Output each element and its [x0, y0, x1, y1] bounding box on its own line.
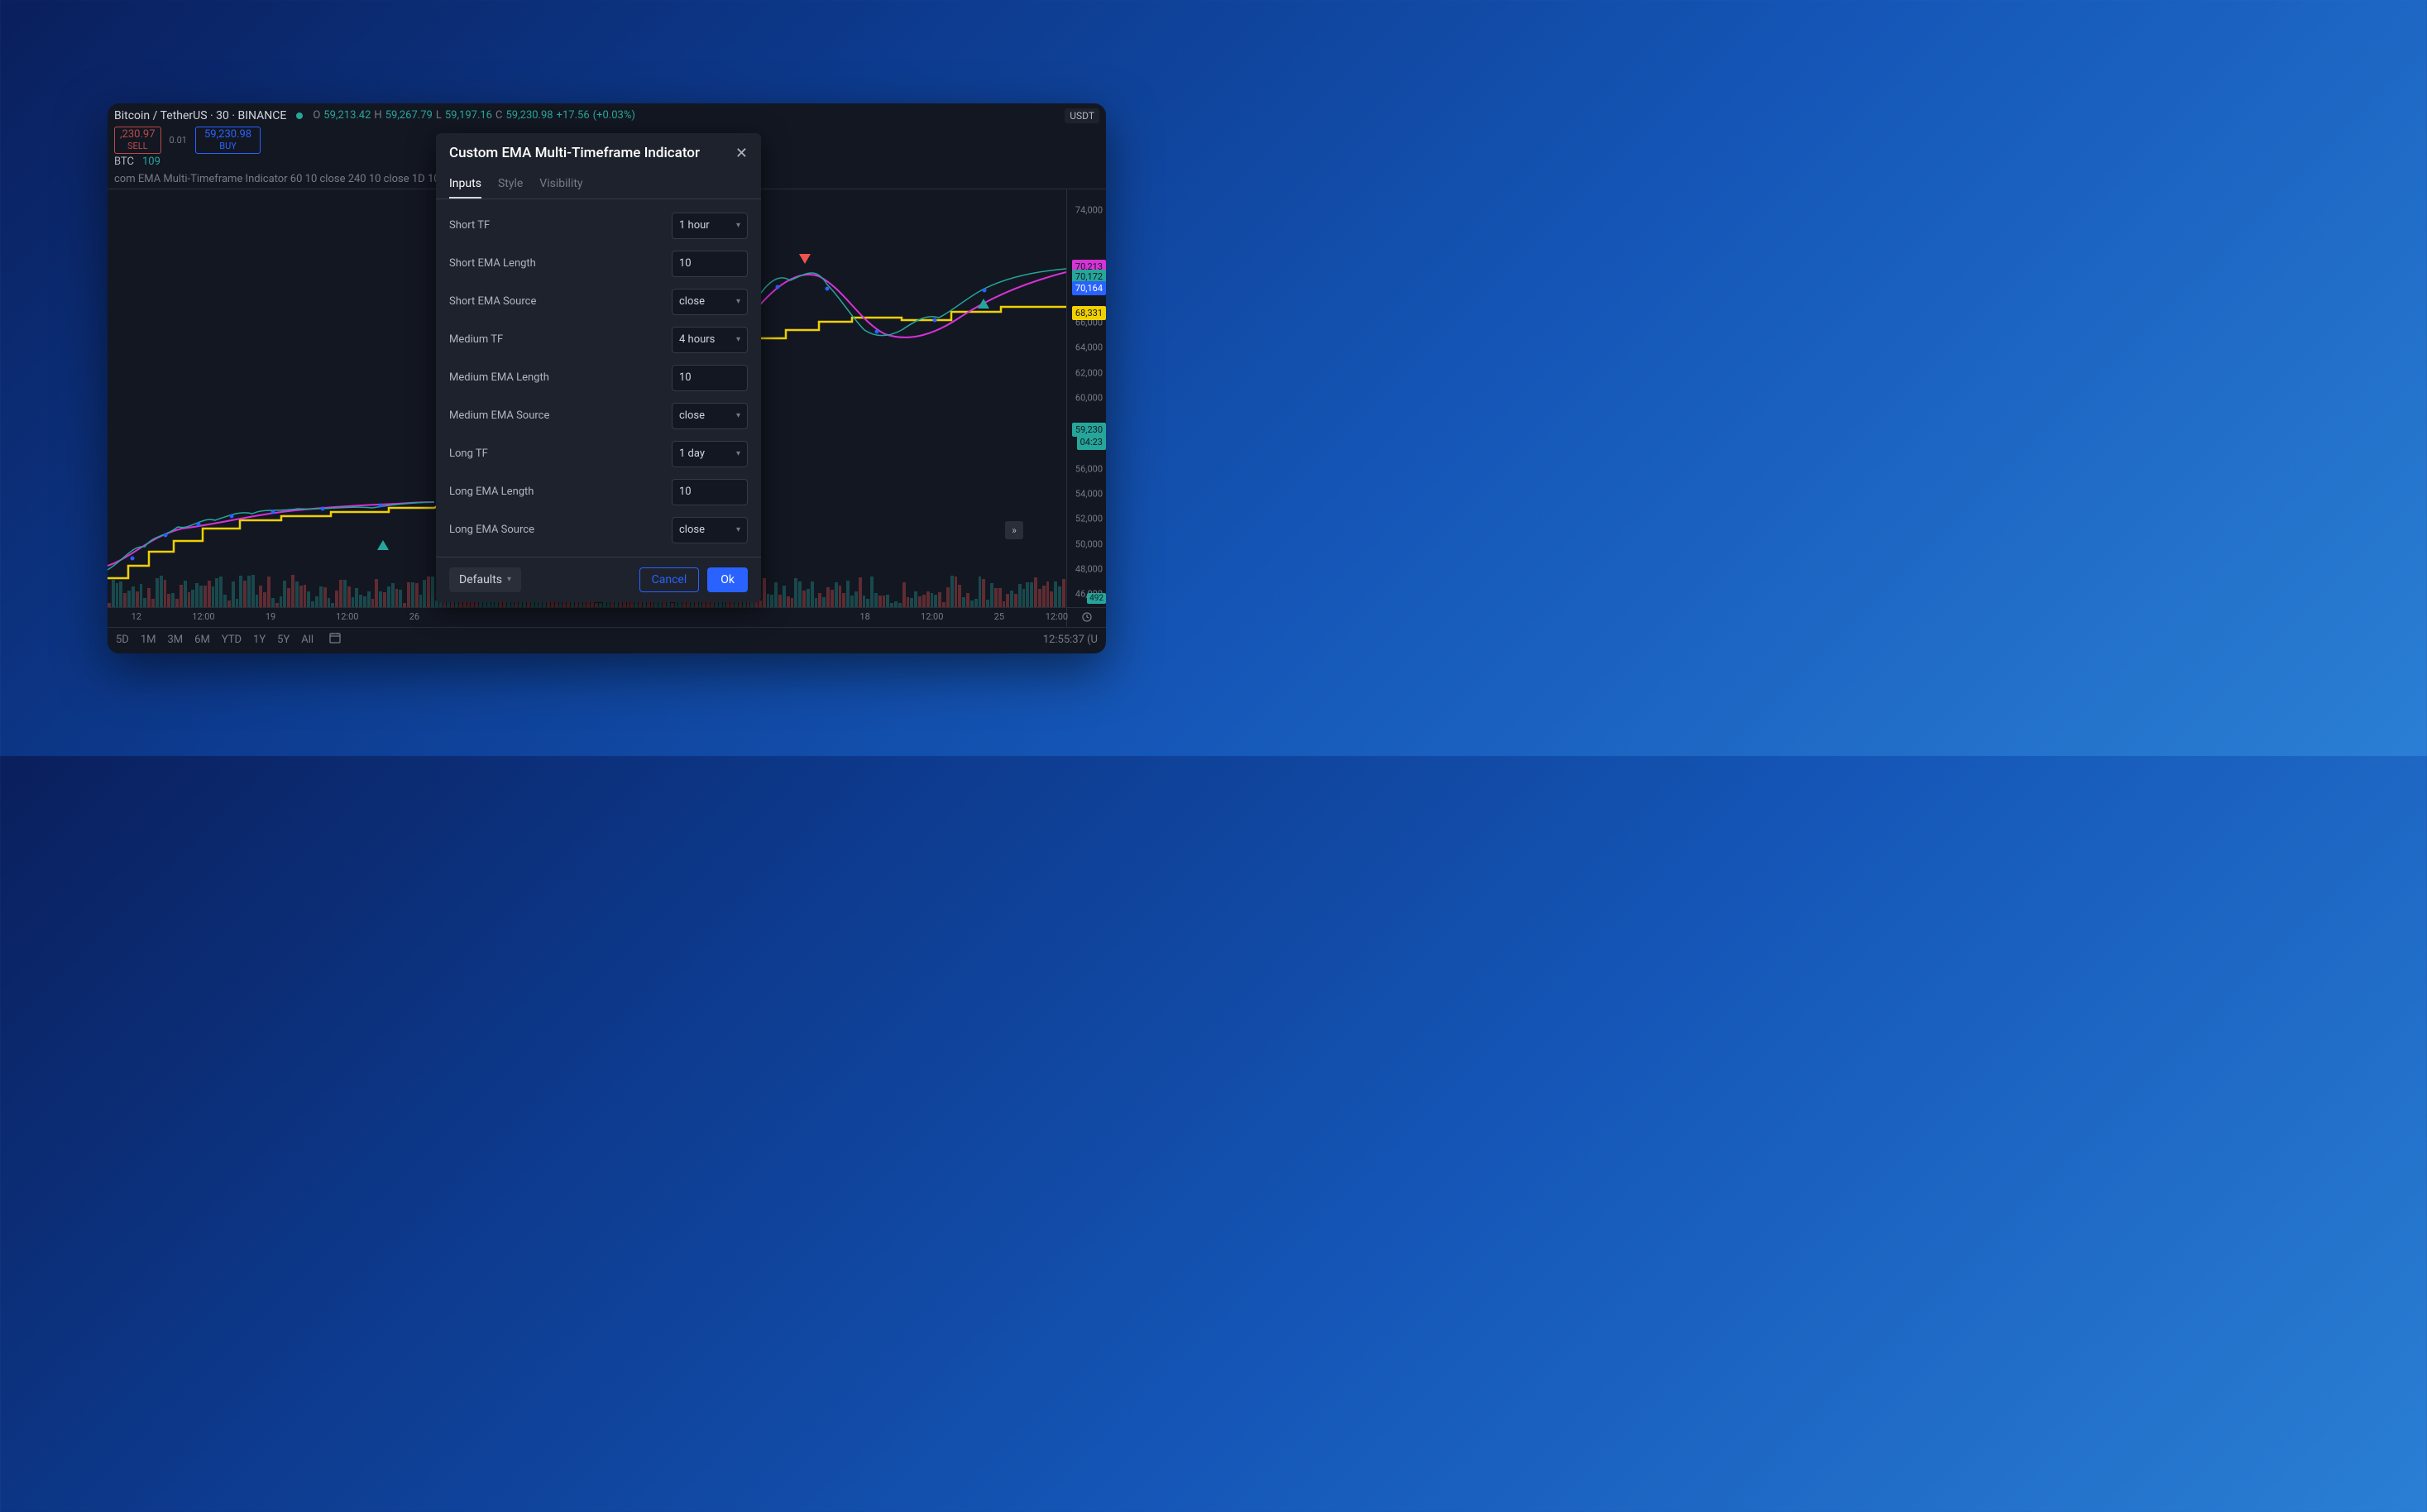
chevron-down-icon: ▾ [736, 335, 740, 344]
tf-ytd[interactable]: YTD [222, 634, 242, 646]
volume-label: 492 [1087, 593, 1106, 604]
short-ema-length-input[interactable]: 10 [672, 251, 748, 277]
defaults-button[interactable]: Defaults▾ [449, 567, 521, 592]
close-icon[interactable]: ✕ [735, 145, 748, 162]
goto-date-icon[interactable] [1066, 608, 1106, 627]
chevron-down-icon: ▾ [736, 449, 740, 458]
trading-app-window: Bitcoin / TetherUS · 30 · BINANCE O59,21… [108, 103, 1106, 653]
tf-6m[interactable]: 6M [194, 634, 210, 646]
dialog-tabs: Inputs Style Visibility [436, 170, 761, 199]
medium-tf-select[interactable]: 4 hours▾ [672, 327, 748, 353]
field-label: Medium EMA Length [449, 371, 549, 384]
long-tf-select[interactable]: 1 day▾ [672, 441, 748, 467]
chart-header: Bitcoin / TetherUS · 30 · BINANCE O59,21… [108, 103, 1106, 128]
ticker-value: 109 [142, 156, 160, 168]
tf-5y[interactable]: 5Y [277, 634, 290, 646]
tab-style[interactable]: Style [498, 170, 523, 199]
indicator-settings-dialog: Custom EMA Multi-Timeframe Indicator ✕ I… [436, 133, 761, 602]
time-ticks: 12 12:00 19 12:00 26 18 12:00 25 12:00 [108, 608, 1066, 627]
dialog-title: Custom EMA Multi-Timeframe Indicator [449, 145, 700, 161]
chevron-down-icon: ▾ [736, 525, 740, 534]
buy-marker-icon [978, 299, 989, 309]
buy-marker-icon [377, 540, 389, 550]
chevron-down-icon: ▾ [736, 221, 740, 230]
field-label: Short EMA Length [449, 257, 536, 270]
timeframe-bar: 5D 1M 3M 6M YTD 1Y 5Y All 12:55:37 (U [108, 627, 1106, 652]
field-label: Short EMA Source [449, 295, 536, 308]
cancel-button[interactable]: Cancel [639, 567, 700, 592]
long-ema-source-select[interactable]: close▾ [672, 517, 748, 543]
field-label: Long EMA Source [449, 524, 534, 536]
ticker-label: BTC [114, 156, 134, 168]
tf-5d[interactable]: 5D [116, 634, 129, 646]
ok-button[interactable]: Ok [707, 567, 748, 592]
countdown-label: 04:23 [1077, 435, 1106, 449]
time-axis[interactable]: 12 12:00 19 12:00 26 18 12:00 25 12:00 [108, 607, 1106, 627]
field-label: Medium EMA Source [449, 409, 549, 422]
ema-long-price-label: 68,331 [1072, 306, 1106, 320]
calendar-icon[interactable] [328, 631, 342, 648]
tf-3m[interactable]: 3M [168, 634, 184, 646]
tab-visibility[interactable]: Visibility [539, 170, 582, 199]
symbol-title[interactable]: Bitcoin / TetherUS · 30 · BINANCE [114, 109, 286, 122]
buy-button[interactable]: 59,230.98 BUY [195, 127, 261, 153]
short-tf-select[interactable]: 1 hour▾ [672, 213, 748, 239]
dialog-body: Short TF 1 hour▾ Short EMA Length 10 Short… [436, 199, 761, 557]
spread-value: 0.01 [170, 135, 187, 146]
expand-icon[interactable]: » [1005, 521, 1023, 539]
chevron-down-icon: ▾ [736, 411, 740, 420]
medium-ema-source-select[interactable]: close▾ [672, 403, 748, 429]
tf-1y[interactable]: 1Y [253, 634, 266, 646]
tab-inputs[interactable]: Inputs [449, 170, 481, 199]
clock: 12:55:37 (U [1043, 634, 1098, 646]
field-label: Long EMA Length [449, 486, 534, 498]
short-ema-source-select[interactable]: close▾ [672, 289, 748, 315]
market-status-dot [296, 112, 303, 119]
field-label: Long TF [449, 447, 488, 460]
chevron-down-icon: ▾ [736, 297, 740, 306]
ema-med-price-label: 70,164 [1072, 281, 1106, 295]
long-ema-length-input[interactable]: 10 [672, 479, 748, 505]
tf-1m[interactable]: 1M [141, 634, 156, 646]
sell-button[interactable]: ,230.97 SELL [114, 127, 161, 153]
sell-marker-icon [799, 254, 811, 264]
tf-all[interactable]: All [301, 634, 314, 646]
currency-badge[interactable]: USDT [1065, 108, 1099, 123]
field-label: Short TF [449, 219, 490, 232]
chevron-down-icon: ▾ [507, 575, 511, 584]
medium-ema-length-input[interactable]: 10 [672, 365, 748, 391]
price-axis[interactable]: 74,000 66,000 64,000 62,000 60,000 56,00… [1066, 189, 1106, 607]
field-label: Medium TF [449, 333, 503, 346]
ohlc-readout: O59,213.42 H59,267.79 L59,197.16 C59,230… [313, 109, 635, 122]
